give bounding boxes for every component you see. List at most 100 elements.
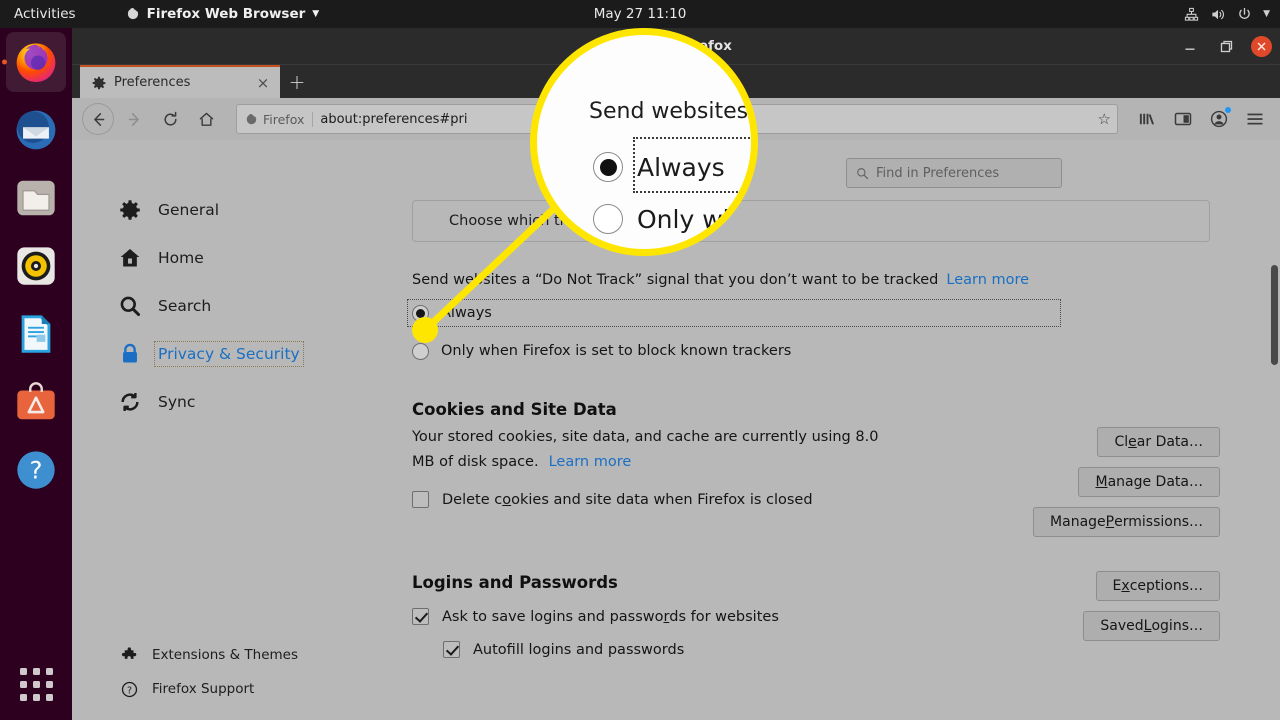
maximize-button[interactable]: [1215, 35, 1237, 57]
dock-item-help[interactable]: ?: [6, 440, 66, 500]
logins-left-column: Logins and Passwords Ask to save logins …: [412, 537, 779, 658]
clear-data-button[interactable]: Cl e ar Data…: [1097, 427, 1220, 457]
network-icon: [1184, 7, 1199, 21]
radio-dnt-always[interactable]: Always: [407, 299, 1061, 327]
cookies-learn-more-link[interactable]: Learn more: [549, 454, 632, 470]
rhythmbox-icon: [17, 247, 55, 285]
checkbox-ask-to-save-logins[interactable]: Ask to save logins and passwords for web…: [412, 608, 779, 625]
vertical-scrollbar[interactable]: [1271, 265, 1278, 365]
tab-close-button[interactable]: ×: [254, 74, 272, 92]
show-applications-button[interactable]: [6, 654, 66, 714]
sidebar-item-extensions-themes[interactable]: Extensions & Themes: [72, 638, 340, 672]
radio-dnt-only-when-blocking[interactable]: Only when Firefox is set to block known …: [412, 338, 1220, 364]
firefox-icon: [246, 113, 257, 124]
toolbar-right-buttons: [1132, 103, 1270, 135]
sidebar-item-label: Extensions & Themes: [152, 647, 299, 663]
sidebar-item-firefox-support[interactable]: ? Firefox Support: [72, 672, 340, 706]
activities-button[interactable]: Activities: [14, 6, 76, 22]
magnifier-content: Send websites Always Only whe: [537, 35, 754, 249]
close-button[interactable]: [1251, 35, 1272, 57]
gear-icon: [92, 76, 106, 89]
dock-item-rhythmbox[interactable]: [6, 236, 66, 296]
exceptions-button[interactable]: Ex ceptions…: [1095, 571, 1220, 601]
magnifier-title: Send websites: [589, 99, 749, 124]
reload-button[interactable]: [154, 103, 186, 135]
radio-button-icon: [593, 204, 623, 234]
ubuntu-software-icon: [17, 382, 55, 420]
minimize-button[interactable]: [1179, 35, 1201, 57]
sidebar-item-home[interactable]: Home: [72, 234, 340, 282]
sidebar-item-label: Privacy & Security: [154, 341, 304, 367]
checkbox-delete-cookies-on-close[interactable]: Delete cookies and site data when Firefo…: [412, 491, 878, 508]
do-not-track-learn-more-link[interactable]: Learn more: [946, 272, 1029, 288]
forward-button[interactable]: [118, 103, 150, 135]
logins-section-title: Logins and Passwords: [412, 573, 618, 592]
forward-arrow-icon: [128, 112, 139, 126]
library-icon: [1139, 113, 1154, 125]
do-not-track-text: Send websites a “Do Not Track” signal th…: [412, 272, 939, 288]
sidebar-bottom-group: Extensions & Themes ? Firefox Support: [72, 638, 340, 720]
dock-item-files[interactable]: [6, 168, 66, 228]
cookies-description-line2: MB of disk space.: [412, 454, 539, 470]
library-button[interactable]: [1132, 103, 1162, 135]
screen: Activities Firefox Web Browser ▼ May 27 …: [0, 0, 1280, 720]
sidebar-icon: [1174, 112, 1192, 126]
sidebar-item-sync[interactable]: Sync: [72, 378, 340, 426]
sidebar-item-label: Sync: [158, 393, 196, 411]
help-circle-icon: ?: [120, 680, 138, 698]
app-menu-hamburger-button[interactable]: [1240, 103, 1270, 135]
search-input[interactable]: Find in Preferences: [846, 158, 1062, 188]
checkbox-autofill-logins[interactable]: Autofill logins and passwords: [443, 641, 779, 658]
magnifier-radio-label: Only whe: [637, 204, 754, 234]
help-circle-icon: ?: [17, 451, 55, 489]
sidebar-item-privacy-security[interactable]: Privacy & Security: [72, 330, 340, 378]
bookmark-star-icon[interactable]: ☆: [1098, 110, 1111, 128]
identity-box[interactable]: Firefox: [245, 111, 314, 127]
new-tab-button[interactable]: +: [280, 65, 314, 98]
checkbox-label: Ask to save logins and passwords for web…: [442, 608, 779, 625]
account-icon: [1210, 110, 1228, 128]
thunderbird-icon: [16, 110, 56, 150]
dock-item-ubuntu-software[interactable]: [6, 372, 66, 432]
dock-item-libreoffice-writer[interactable]: [6, 304, 66, 364]
manage-permissions-button[interactable]: Manage Permissions…: [1033, 507, 1220, 537]
identity-label: Firefox: [263, 111, 305, 127]
system-tray[interactable]: ▼: [1184, 7, 1270, 22]
sidebar-item-general[interactable]: General: [72, 186, 340, 234]
cookies-description-line1: Your stored cookies, site data, and cach…: [412, 429, 879, 445]
sync-icon: [118, 390, 142, 414]
back-button[interactable]: [82, 103, 114, 135]
hamburger-menu-icon: [1247, 113, 1263, 125]
sidebar-item-search[interactable]: Search: [72, 282, 340, 330]
magnifier-radio-label: Always: [637, 152, 725, 182]
saved-logins-button[interactable]: Saved Logins…: [1083, 611, 1220, 641]
radio-label: Only when Firefox is set to block known …: [441, 343, 792, 359]
app-menu-label: Firefox Web Browser: [146, 6, 306, 22]
content-blocking-box[interactable]: Choose which trackers and: [412, 200, 1210, 242]
logins-section: Logins and Passwords Ask to save logins …: [412, 537, 1220, 658]
window-controls: [1179, 28, 1272, 64]
sidebar-item-label: Search: [158, 297, 212, 315]
firefox-icon: [127, 8, 138, 20]
radio-button-icon[interactable]: [412, 342, 429, 360]
account-button[interactable]: [1204, 103, 1234, 135]
checkbox-icon[interactable]: [443, 641, 460, 658]
logins-buttons: Ex ceptions… Saved Logins…: [1083, 571, 1220, 641]
checkbox-icon[interactable]: [412, 608, 429, 625]
cookies-buttons: Cl e ar Data… Manage Data… Manage Permissi…: [1033, 427, 1220, 537]
home-button[interactable]: [190, 103, 222, 135]
search-icon: [118, 294, 142, 318]
close-icon: [1257, 42, 1266, 50]
dock-item-thunderbird[interactable]: [6, 100, 66, 160]
sidebar-button[interactable]: [1168, 103, 1198, 135]
app-menu-button[interactable]: Firefox Web Browser ▼: [126, 6, 319, 22]
dock-item-firefox[interactable]: [6, 32, 66, 92]
checkbox-icon[interactable]: [412, 491, 429, 508]
tab-preferences[interactable]: Preferences ×: [80, 65, 280, 98]
svg-text:?: ?: [126, 685, 131, 696]
sidebar-item-label: General: [158, 201, 220, 219]
libreoffice-writer-icon: [21, 315, 51, 353]
magnifier-radio-only-when: Only whe: [593, 204, 754, 234]
manage-data-button[interactable]: Manage Data…: [1078, 467, 1220, 497]
preferences-body: Choose which trackers and Send websites …: [340, 200, 1280, 658]
